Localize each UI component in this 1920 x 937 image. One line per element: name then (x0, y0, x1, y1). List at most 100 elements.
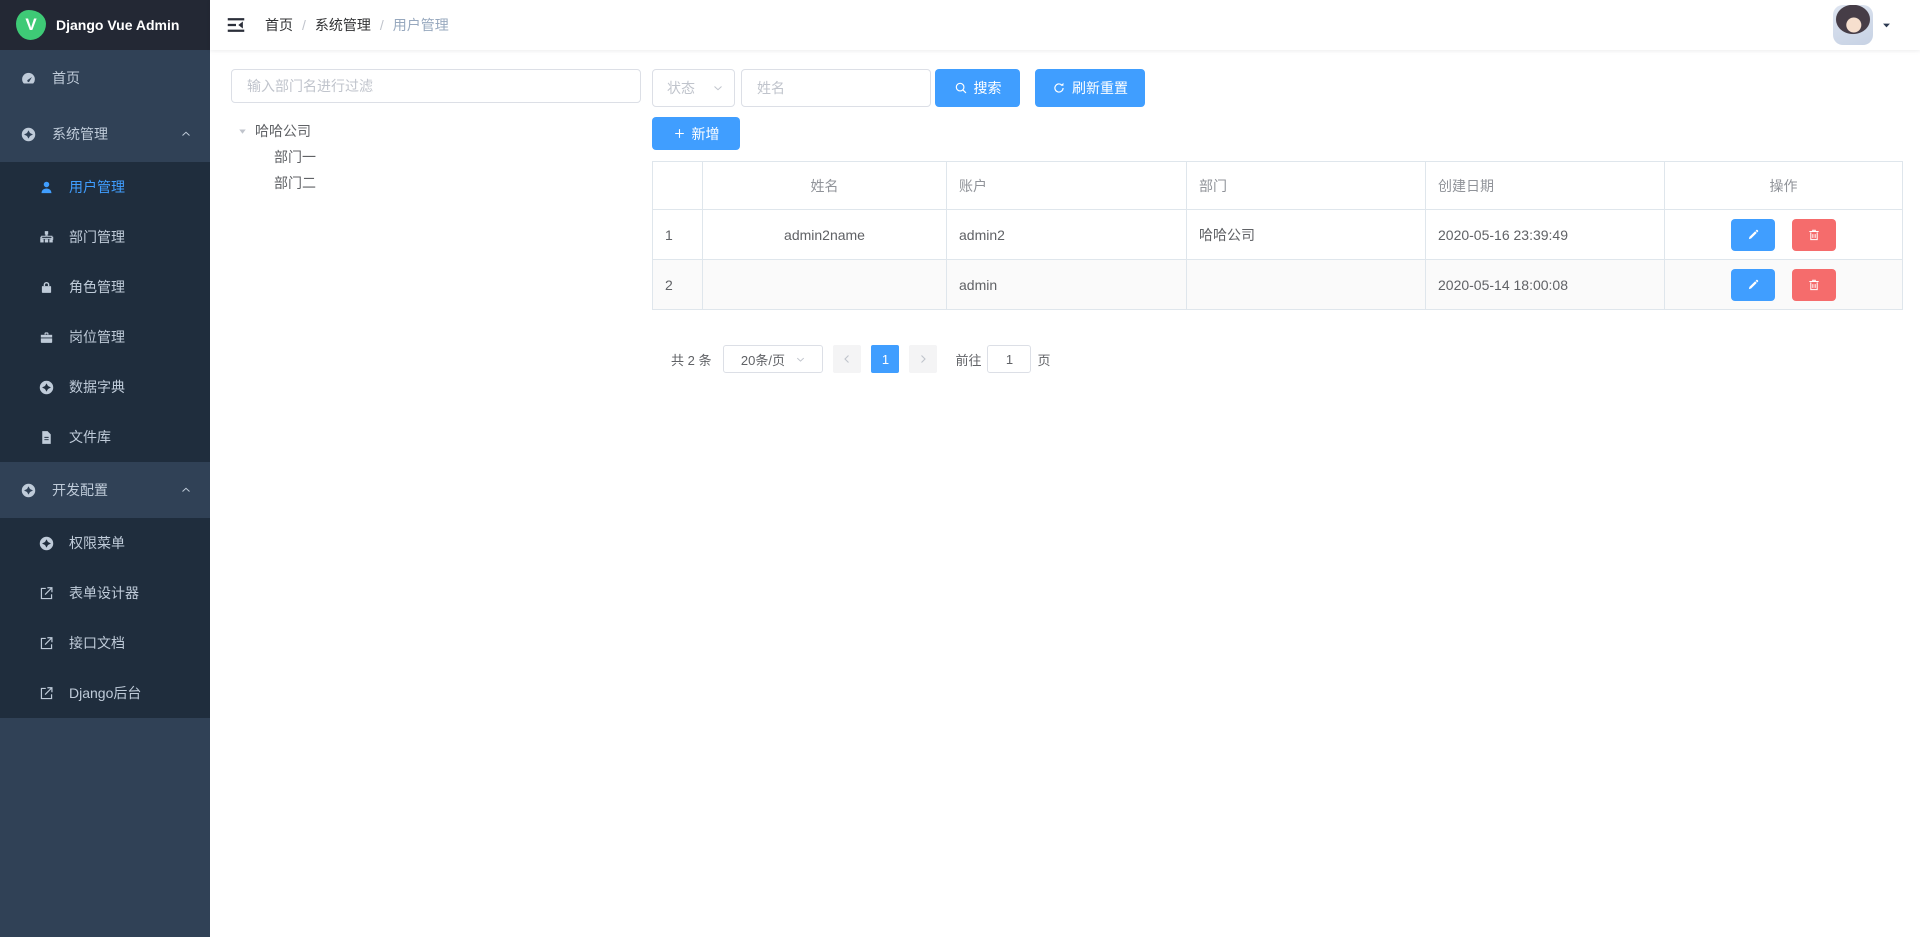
sidebar: V Django Vue Admin 首页 系统管理 用户管理 (0, 0, 210, 937)
goto-suffix: 页 (1037, 350, 1050, 369)
sidebar-item-label: 接口文档 (69, 633, 125, 653)
tree-node-child[interactable]: 部门一 (231, 144, 641, 170)
user-dropdown[interactable] (1833, 5, 1892, 45)
page-number-button[interactable]: 1 (871, 345, 899, 373)
chevron-down-icon (712, 82, 724, 94)
refresh-reset-button[interactable]: 刷新重置 (1035, 69, 1145, 107)
cell-index: 2 (653, 260, 703, 310)
trash-icon (1807, 228, 1821, 242)
col-name: 姓名 (703, 162, 947, 210)
user-list-panel: 状态 搜索 刷新重置 (652, 69, 1903, 937)
sidebar-item-dept-management[interactable]: 部门管理 (0, 212, 210, 262)
dept-filter-input[interactable] (231, 69, 641, 103)
add-button-label: 新增 (692, 124, 720, 144)
cell-name: admin2name (703, 210, 947, 260)
top-navbar: 首页 / 系统管理 / 用户管理 (210, 0, 1920, 50)
external-link-icon (38, 585, 55, 602)
search-button[interactable]: 搜索 (935, 69, 1020, 107)
chevron-left-icon (841, 353, 853, 365)
cell-account: admin2 (947, 210, 1187, 260)
search-button-label: 搜索 (974, 78, 1002, 98)
tree-node-label: 哈哈公司 (255, 121, 311, 141)
sidebar-item-label: 权限菜单 (69, 533, 125, 553)
sidebar-item-label: 用户管理 (69, 177, 125, 197)
status-select[interactable]: 状态 (652, 69, 735, 107)
cell-actions (1665, 210, 1903, 260)
app-title: Django Vue Admin (56, 17, 179, 33)
sidebar-item-label: 系统管理 (52, 124, 108, 144)
guide-icon (20, 482, 37, 499)
sidebar-item-user-management[interactable]: 用户管理 (0, 162, 210, 212)
breadcrumb-separator: / (302, 17, 306, 33)
cell-created: 2020-05-16 23:39:49 (1426, 210, 1665, 260)
pagination-total: 共 2 条 (671, 350, 711, 369)
pagination-goto: 前往 页 (955, 345, 1050, 373)
app-logo[interactable]: V Django Vue Admin (0, 0, 210, 50)
avatar[interactable] (1833, 5, 1873, 45)
sidebar-item-django-admin[interactable]: Django后台 (0, 668, 210, 718)
logo-v-icon: V (16, 10, 46, 40)
cell-index: 1 (653, 210, 703, 260)
breadcrumb-current: 用户管理 (393, 15, 449, 35)
sidebar-fold-icon[interactable] (225, 14, 247, 36)
sidebar-item-data-dictionary[interactable]: 数据字典 (0, 362, 210, 412)
user-icon (38, 179, 55, 196)
delete-button[interactable] (1792, 269, 1836, 301)
breadcrumb-home[interactable]: 首页 (265, 15, 293, 35)
tree-node-root[interactable]: 哈哈公司 (231, 118, 641, 144)
prev-page-button[interactable] (833, 345, 861, 373)
external-link-icon (38, 685, 55, 702)
caret-expanded-icon[interactable] (237, 126, 249, 137)
document-icon (38, 429, 55, 446)
sidebar-item-label: 表单设计器 (69, 583, 139, 603)
plus-icon (673, 127, 686, 140)
sidebar-item-label: Django后台 (69, 683, 141, 703)
breadcrumb-system[interactable]: 系统管理 (315, 15, 371, 35)
add-button[interactable]: 新增 (652, 117, 740, 150)
edit-button[interactable] (1731, 269, 1775, 301)
lock-icon (38, 279, 55, 296)
sidebar-item-post-management[interactable]: 岗位管理 (0, 312, 210, 362)
table-row: 2 admin 2020-05-14 18:00:08 (653, 260, 1903, 310)
sidebar-item-label: 数据字典 (69, 377, 125, 397)
chevron-up-icon (180, 128, 192, 140)
cell-actions (1665, 260, 1903, 310)
sidebar-item-label: 文件库 (69, 427, 111, 447)
sidebar-item-permission-menu[interactable]: 权限菜单 (0, 518, 210, 568)
sidebar-item-api-docs[interactable]: 接口文档 (0, 618, 210, 668)
sidebar-item-form-designer[interactable]: 表单设计器 (0, 568, 210, 618)
sidebar-menu: 首页 系统管理 用户管理 部门管理 (0, 50, 210, 937)
goto-page-input[interactable] (987, 345, 1031, 373)
col-account: 账户 (947, 162, 1187, 210)
sidebar-item-home[interactable]: 首页 (0, 50, 210, 106)
sidebar-item-dev-config[interactable]: 开发配置 (0, 462, 210, 518)
sidebar-item-label: 岗位管理 (69, 327, 125, 347)
tree-node-label: 部门一 (274, 147, 316, 167)
sidebar-item-system-management[interactable]: 系统管理 (0, 106, 210, 162)
pagination: 共 2 条 20条/页 1 (652, 345, 1903, 373)
filter-toolbar: 状态 搜索 刷新重置 (652, 69, 1903, 107)
external-link-icon (38, 635, 55, 652)
chevron-right-icon (917, 353, 929, 365)
guide-icon (38, 379, 55, 396)
tree-node-child[interactable]: 部门二 (231, 170, 641, 196)
table-actions-row: 新增 (652, 117, 1903, 150)
sidebar-item-file-library[interactable]: 文件库 (0, 412, 210, 462)
sidebar-item-role-management[interactable]: 角色管理 (0, 262, 210, 312)
col-actions: 操作 (1665, 162, 1903, 210)
sidebar-item-label: 开发配置 (52, 480, 108, 500)
page-content: 哈哈公司 部门一 部门二 状态 (210, 50, 1920, 937)
sidebar-item-label: 角色管理 (69, 277, 125, 297)
name-search-input[interactable] (741, 69, 931, 107)
delete-button[interactable] (1792, 219, 1836, 251)
goto-label: 前往 (955, 350, 981, 369)
submenu-dev-config: 权限菜单 表单设计器 接口文档 Django后台 (0, 518, 210, 718)
refresh-reset-button-label: 刷新重置 (1072, 78, 1128, 98)
search-icon (954, 81, 968, 95)
edit-button[interactable] (1731, 219, 1775, 251)
page-size-select[interactable]: 20条/页 (723, 345, 823, 373)
cell-dept: 哈哈公司 (1187, 210, 1426, 260)
users-table: 姓名 账户 部门 创建日期 操作 1 admin2name admin2 哈哈公… (652, 161, 1903, 310)
dashboard-icon (20, 70, 37, 87)
next-page-button[interactable] (909, 345, 937, 373)
